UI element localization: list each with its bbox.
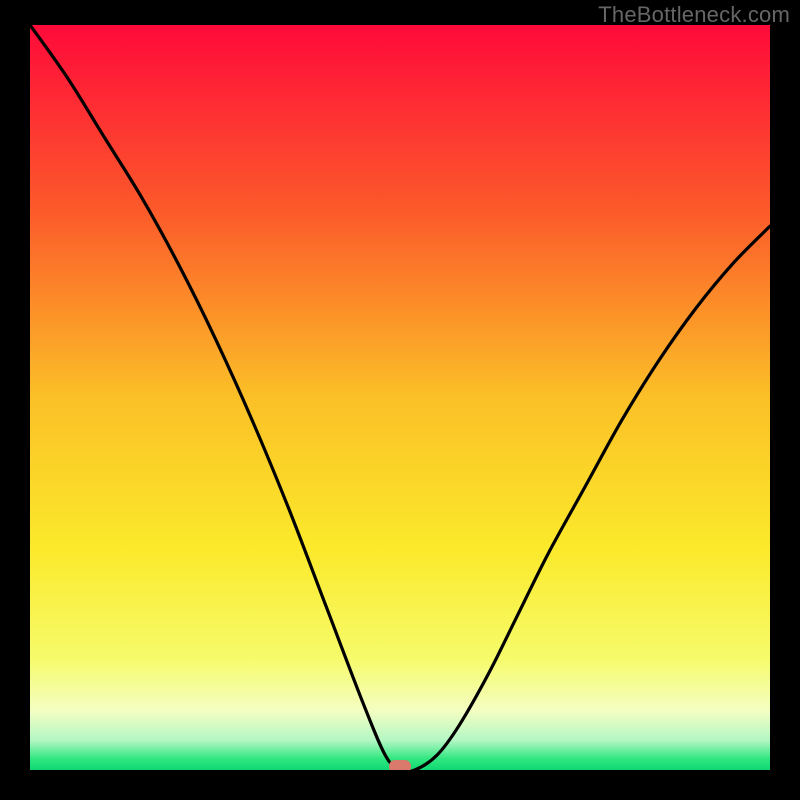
watermark-text: TheBottleneck.com <box>598 2 790 28</box>
optimal-marker <box>389 760 411 770</box>
chart-svg <box>30 25 770 770</box>
gradient-background <box>30 25 770 770</box>
chart-plot-area <box>30 25 770 770</box>
chart-frame: TheBottleneck.com <box>0 0 800 800</box>
